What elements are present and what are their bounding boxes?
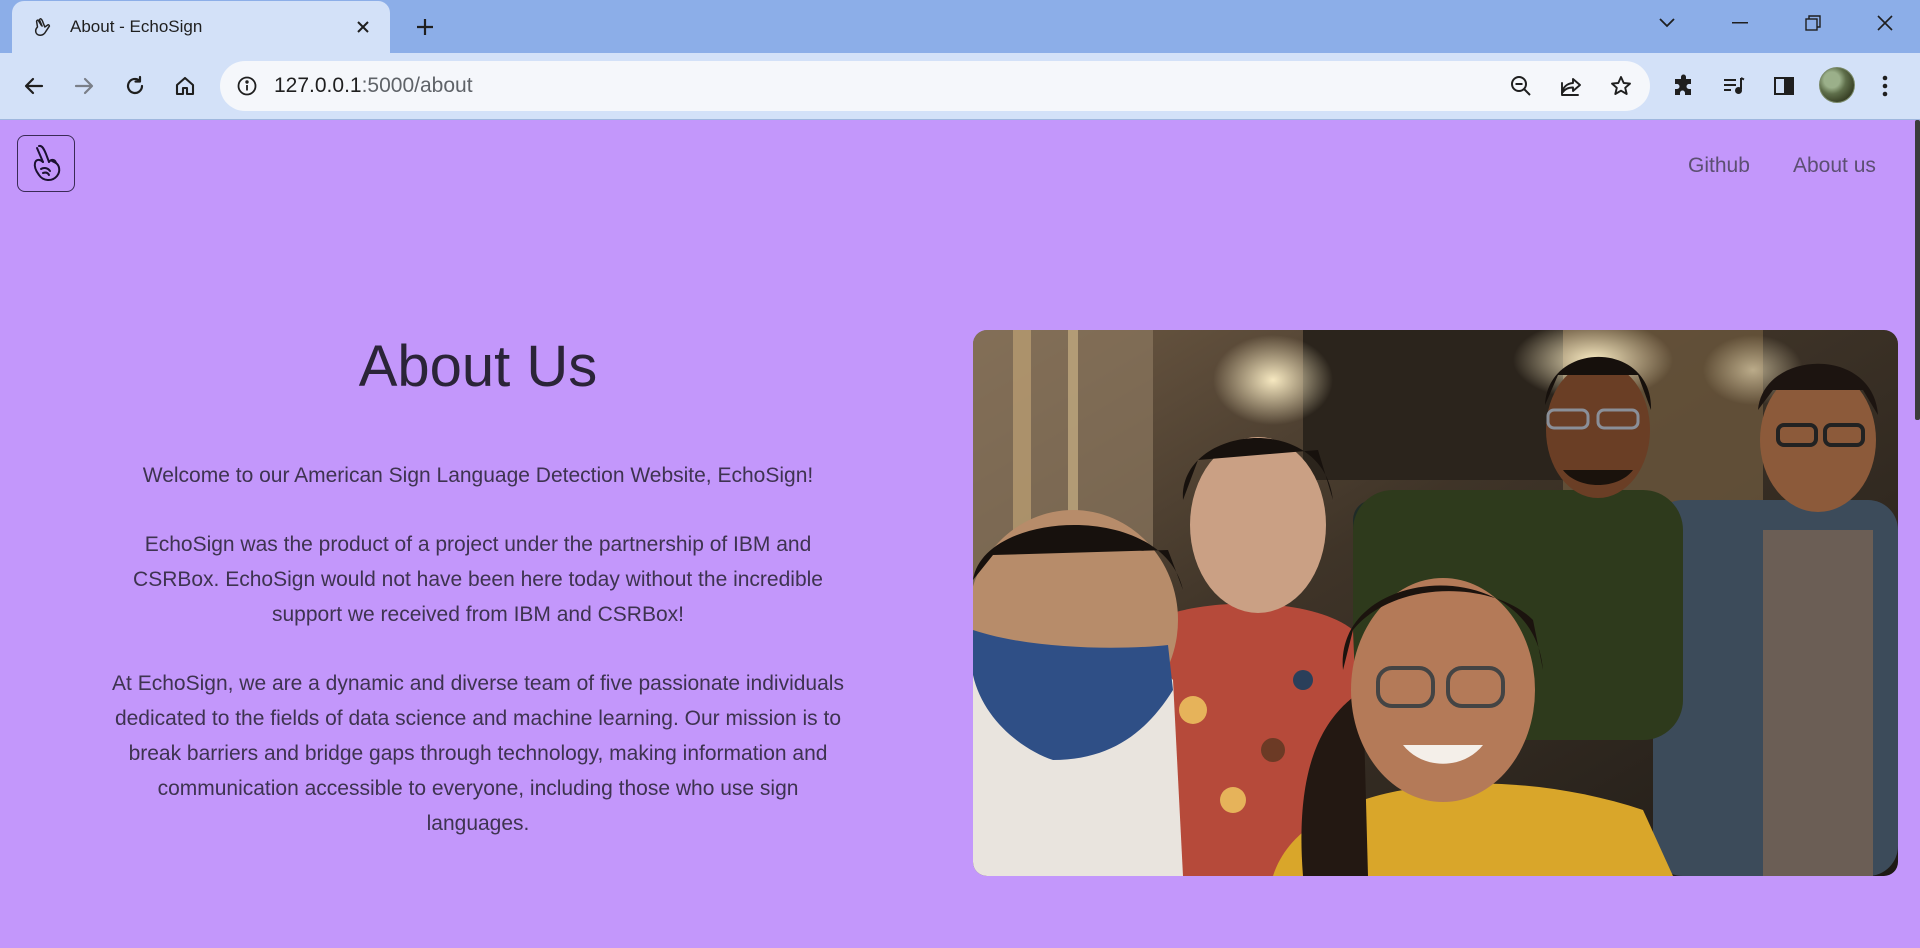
hand-sign-icon [33, 144, 61, 181]
address-bar[interactable]: 127.0.0.1:5000/about [220, 61, 1650, 111]
reload-button[interactable] [117, 68, 153, 104]
side-panel-icon[interactable] [1768, 70, 1800, 102]
tab-strip: About - EchoSign [0, 0, 1920, 53]
minimize-icon[interactable] [1720, 8, 1760, 38]
about-paragraph-welcome: Welcome to our American Sign Language De… [142, 464, 814, 487]
page-title: About Us [358, 334, 598, 399]
tab-title: About - EchoSign [70, 17, 203, 36]
share-icon[interactable] [1558, 73, 1584, 99]
browser-toolbar: 127.0.0.1:5000/about [0, 53, 1920, 120]
page-scrollbar[interactable] [1915, 120, 1920, 420]
star-icon[interactable] [1608, 73, 1634, 99]
back-button[interactable] [16, 68, 52, 104]
hand-sign-icon [32, 16, 54, 38]
tab-search-icon[interactable] [1647, 8, 1687, 38]
about-paragraph-mission: At EchoSign, we are a dynamic and divers… [112, 672, 844, 835]
page-content: Github About us About Us Welcome to our … [0, 120, 1920, 948]
home-button[interactable] [167, 68, 203, 104]
restore-icon[interactable] [1793, 8, 1833, 38]
nav-github[interactable]: Github [1688, 154, 1750, 178]
profile-avatar[interactable] [1819, 67, 1855, 103]
forward-button[interactable] [66, 68, 102, 104]
url-host: 127.0.0.1 [274, 74, 362, 97]
close-tab-icon[interactable] [350, 14, 376, 40]
about-paragraph-partnership: EchoSign was the product of a project un… [133, 533, 823, 626]
close-window-icon[interactable] [1865, 8, 1905, 38]
kebab-menu-icon[interactable] [1869, 70, 1901, 102]
media-queue-icon[interactable] [1718, 70, 1750, 102]
nav-about-us[interactable]: About us [1793, 154, 1876, 178]
url-text[interactable]: 127.0.0.1:5000/about [274, 74, 473, 98]
puzzle-icon[interactable] [1668, 70, 1700, 102]
zoom-out-icon[interactable] [1508, 73, 1534, 99]
new-tab-button[interactable] [410, 12, 440, 42]
url-path: :5000/about [361, 74, 473, 97]
info-icon[interactable] [236, 75, 258, 97]
browser-tab[interactable]: About - EchoSign [12, 1, 390, 53]
team-photo [973, 330, 1898, 876]
echosign-logo[interactable] [17, 135, 75, 192]
